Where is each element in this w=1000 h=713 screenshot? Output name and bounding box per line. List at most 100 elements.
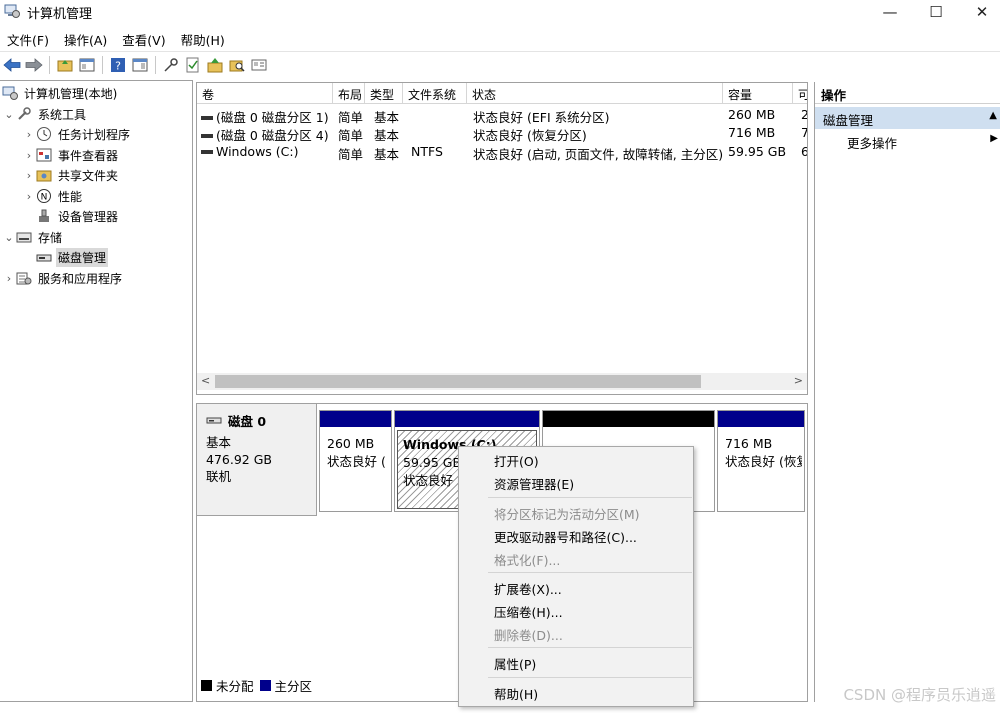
volume-row[interactable]: (磁盘 0 磁盘分区 4) 简单 基本 状态良好 (恢复分区) 716 MB 7 <box>197 123 807 142</box>
scrollbar-thumb[interactable] <box>215 375 701 388</box>
column-free-space[interactable]: 可 <box>793 83 807 104</box>
actions-section-disk-management[interactable]: 磁盘管理 ▲ <box>815 107 1000 129</box>
chevron-right-icon[interactable]: › <box>2 272 16 285</box>
tree-item-event-viewer[interactable]: › 事件查看器 <box>22 145 120 165</box>
menu-file[interactable]: 文件(F) <box>0 27 57 49</box>
partition-bar <box>395 411 539 427</box>
disk-size: 476.92 GB <box>206 452 272 467</box>
column-layout[interactable]: 布局 <box>333 83 365 104</box>
column-type[interactable]: 类型 <box>365 83 403 104</box>
free-cell: 7 <box>801 123 807 142</box>
tree-item-shared-folders[interactable]: › 共享文件夹 <box>22 165 120 185</box>
ctx-open[interactable]: 打开(O) <box>459 448 693 470</box>
tree-label: 事件查看器 <box>58 148 119 163</box>
show-action-pane-button[interactable] <box>129 54 151 76</box>
collapse-up-icon[interactable]: ▲ <box>989 110 997 121</box>
chevron-right-icon[interactable]: › <box>22 149 36 162</box>
connect-button[interactable] <box>160 54 182 76</box>
help-button[interactable]: ? <box>107 54 129 76</box>
tree-item-device-manager[interactable]: 设备管理器 <box>36 206 120 226</box>
show-hide-tree-button[interactable] <box>76 54 98 76</box>
console-tree: 计算机管理(本地) ⌄ 系统工具 › 任务计划程序 › 事件查看器 › 共享文件… <box>0 80 193 702</box>
partition-status: 状态良好 (恢复 <box>725 454 802 469</box>
partition-recovery[interactable]: 716 MB 状态良好 (恢复 <box>717 410 805 512</box>
type-cell: 基本 <box>374 147 400 161</box>
ctx-properties[interactable]: 属性(P) <box>459 651 693 673</box>
export-button[interactable] <box>204 54 226 76</box>
ctx-format[interactable]: 格式化(F)... <box>459 547 693 569</box>
tree-label: 性能 <box>58 189 83 204</box>
chevron-right-icon[interactable]: › <box>22 169 36 182</box>
volume-row[interactable]: (磁盘 0 磁盘分区 1) 简单 基本 状态良好 (EFI 系统分区) 260 … <box>197 105 807 124</box>
scroll-left-icon[interactable]: < <box>201 374 210 387</box>
actions-pane: 操作 磁盘管理 ▲ 更多操作 ▶ <box>814 82 1000 702</box>
horizontal-scrollbar[interactable]: < > <box>197 373 807 390</box>
key-icon <box>164 57 178 72</box>
tree-item-performance[interactable]: › N 性能 <box>22 186 84 206</box>
shared-folder-icon <box>36 170 52 182</box>
ctx-extend-volume[interactable]: 扩展卷(X)... <box>459 576 693 598</box>
chevron-down-icon[interactable]: ⌄ <box>2 231 16 244</box>
close-button[interactable]: ✕ <box>959 0 1000 24</box>
tree-item-task-scheduler[interactable]: › 任务计划程序 <box>22 124 132 144</box>
properties-button[interactable] <box>248 54 270 76</box>
menu-action[interactable]: 操作(A) <box>57 27 115 49</box>
folder-up-icon <box>57 59 73 71</box>
action-pane-icon <box>132 58 148 71</box>
check-button[interactable] <box>182 54 204 76</box>
menu-view[interactable]: 查看(V) <box>115 27 173 49</box>
forward-button[interactable] <box>23 54 45 76</box>
back-button[interactable] <box>1 54 23 76</box>
tree-item-computer-management[interactable]: 计算机管理(本地) <box>2 83 119 103</box>
capacity-cell: 59.95 GB <box>728 144 787 159</box>
scroll-right-icon[interactable]: > <box>794 374 803 387</box>
disk-type: 基本 <box>206 435 232 450</box>
capacity-cell: 716 MB <box>728 125 776 140</box>
free-cell: 6 <box>801 142 807 161</box>
chevron-right-icon[interactable]: › <box>22 190 36 203</box>
ctx-shrink-volume[interactable]: 压缩卷(H)... <box>459 599 693 621</box>
legend-swatch <box>259 680 271 691</box>
title-bar: 计算机管理 — ☐ ✕ <box>0 0 1000 24</box>
column-filesystem[interactable]: 文件系统 <box>403 83 467 104</box>
minimize-button[interactable]: — <box>867 0 913 24</box>
more-actions[interactable]: 更多操作 <box>847 133 897 152</box>
clock-icon <box>37 127 51 141</box>
watermark: CSDN @程序员乐逍遥 <box>843 686 996 704</box>
disk-title: 磁盘 0 <box>206 411 316 430</box>
upload-icon <box>207 57 223 72</box>
column-volume[interactable]: 卷 <box>197 83 333 104</box>
tree-item-services-apps[interactable]: › 服务和应用程序 <box>2 268 124 288</box>
column-capacity[interactable]: 容量 <box>723 83 793 104</box>
ctx-change-drive-letter[interactable]: 更改驱动器号和路径(C)... <box>459 524 693 546</box>
tree-item-system-tools[interactable]: ⌄ 系统工具 <box>2 104 88 124</box>
disk-info[interactable]: 磁盘 0 基本 476.92 GB 联机 <box>197 404 317 516</box>
menu-help[interactable]: 帮助(H) <box>174 27 233 49</box>
volume-name-cell: Windows (C:) <box>201 142 333 161</box>
search-button[interactable] <box>226 54 248 76</box>
ctx-mark-active[interactable]: 将分区标记为活动分区(M) <box>459 501 693 523</box>
forward-arrow-icon <box>25 57 43 72</box>
tree-item-storage[interactable]: ⌄ 存储 <box>2 227 64 247</box>
ctx-help[interactable]: 帮助(H) <box>459 681 693 703</box>
volume-name: (磁盘 0 磁盘分区 4) <box>216 128 329 142</box>
volume-list: 卷 布局 类型 文件系统 状态 容量 可 (磁盘 0 磁盘分区 1) 简单 基本… <box>196 82 808 395</box>
ctx-delete-volume[interactable]: 删除卷(D)... <box>459 622 693 644</box>
up-level-button[interactable] <box>54 54 76 76</box>
tree-label: 共享文件夹 <box>58 168 119 183</box>
chevron-right-icon[interactable]: › <box>22 128 36 141</box>
tree-label: 设备管理器 <box>58 209 119 224</box>
volume-row[interactable]: Windows (C:) 简单 基本 NTFS 状态良好 (启动, 页面文件, … <box>197 142 807 161</box>
toolbar-separator <box>49 55 50 74</box>
computer-management-icon <box>2 86 18 100</box>
toolbar-separator <box>102 55 103 74</box>
chevron-down-icon[interactable]: ⌄ <box>2 108 16 121</box>
ctx-explore[interactable]: 资源管理器(E) <box>459 471 693 493</box>
partition-efi[interactable]: 260 MB 状态良好 ( <box>319 410 392 512</box>
volume-name-cell: (磁盘 0 磁盘分区 4) <box>201 123 333 142</box>
maximize-button[interactable]: ☐ <box>913 0 959 24</box>
tree-item-disk-management[interactable]: 磁盘管理 <box>36 247 109 267</box>
partition-size: 716 MB <box>725 436 773 451</box>
submenu-arrow-icon[interactable]: ▶ <box>990 133 998 144</box>
column-status[interactable]: 状态 <box>467 83 723 104</box>
